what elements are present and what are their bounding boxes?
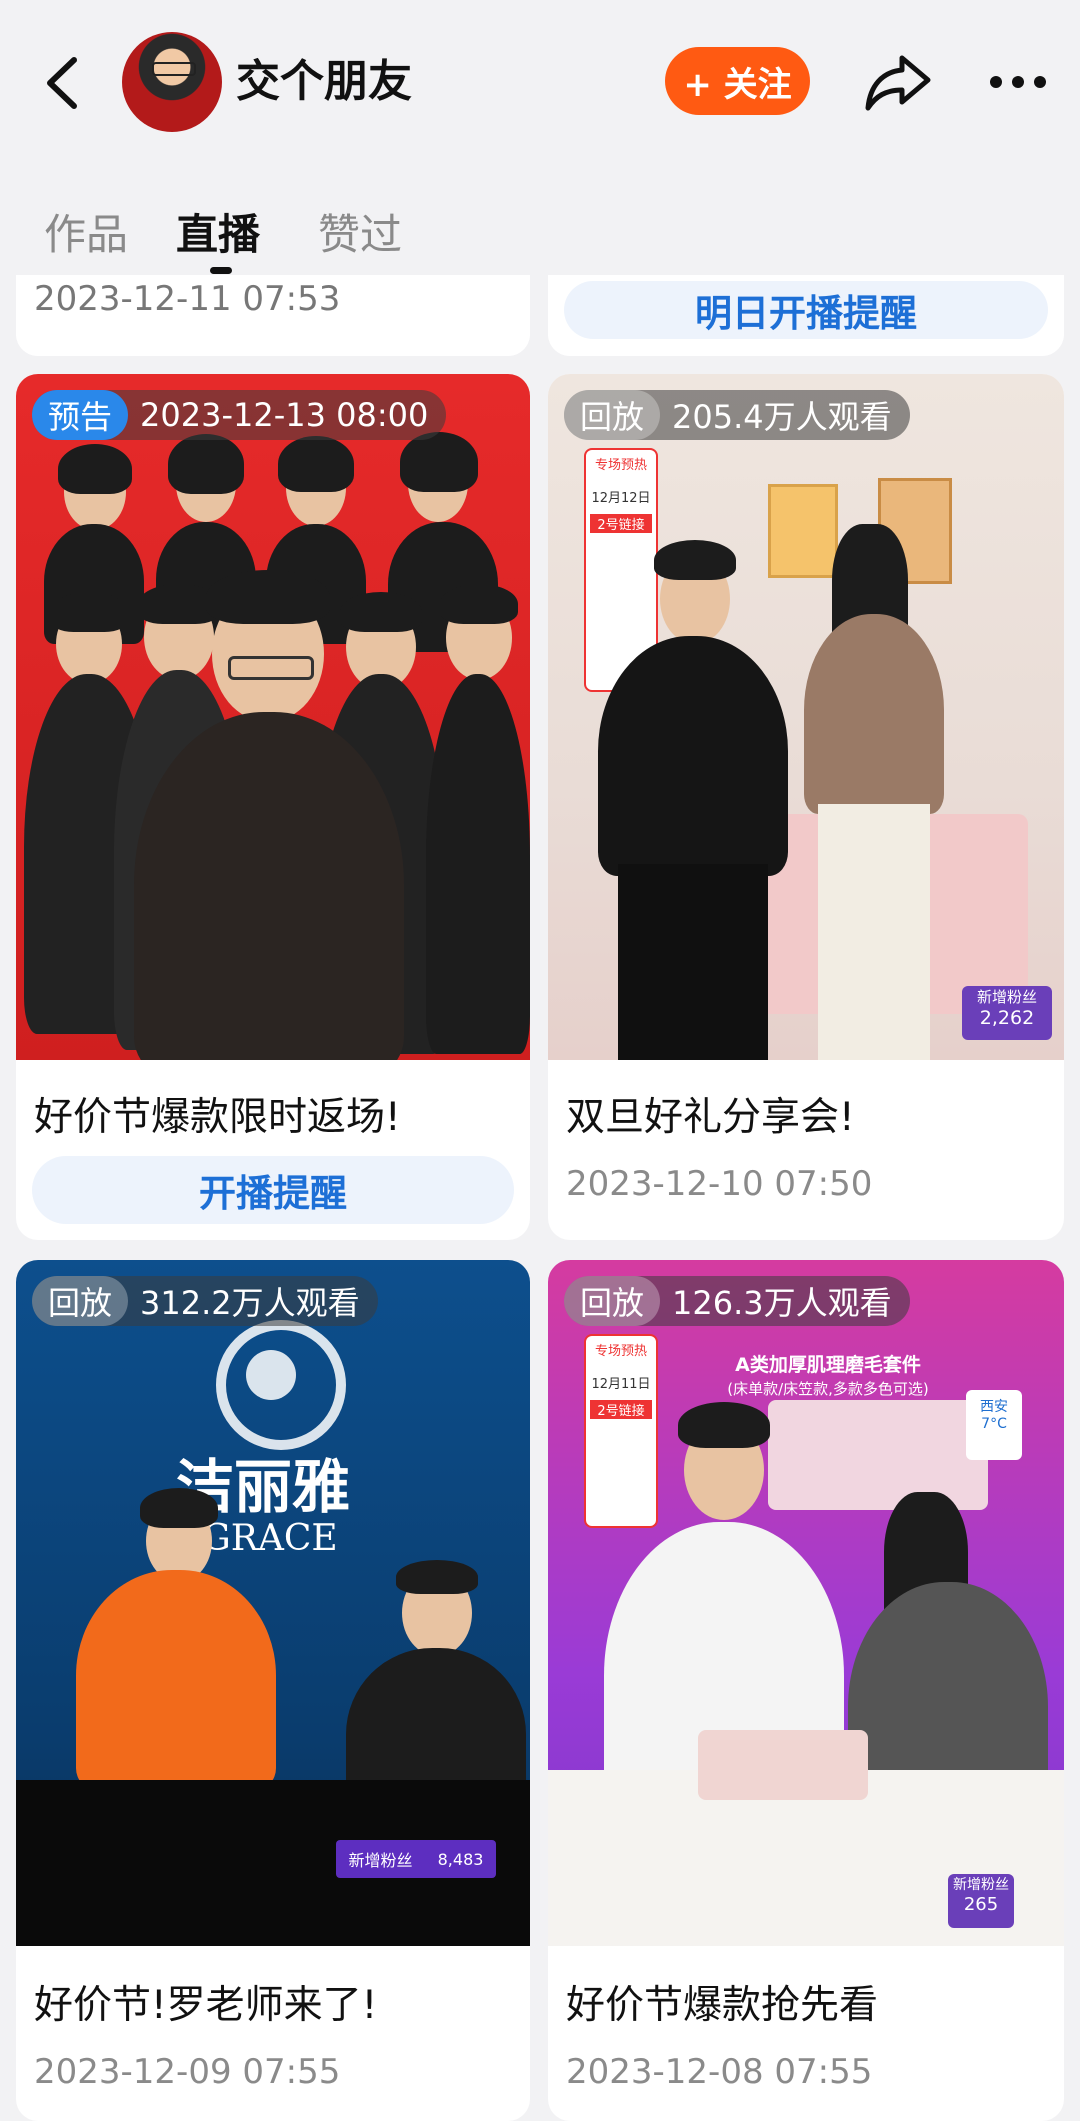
fans-counter: 新增粉丝 265 xyxy=(948,1874,1014,1928)
card-thumbnail[interactable]: A类加厚肌理磨毛套件 (床单款/床笠款,多款多色可选) 专场预热 12月11日 … xyxy=(548,1260,1064,1946)
card-title[interactable]: 双旦好礼分享会! xyxy=(566,1086,855,1142)
badge-group: 回放 205.4万人观看 xyxy=(564,390,910,440)
card-title[interactable]: 好价节爆款抢先看 xyxy=(566,1974,878,2030)
card-thumbnail[interactable]: 专场预热 12月12日 2号链接 新增粉丝 2,262 回放 205.4万人观看 xyxy=(548,374,1064,1060)
product-sub-banner: (床单款/床笠款,多款多色可选) xyxy=(727,1380,929,1398)
weather-widget: 西安 7°C xyxy=(966,1390,1022,1460)
preview-badge: 预告 xyxy=(32,390,129,440)
avatar[interactable] xyxy=(122,32,222,132)
card-thumbnail[interactable]: 洁丽雅 GRACE 新增粉丝 8,483 回放 312.2万人观看 xyxy=(16,1260,530,1946)
live-card-preview[interactable]: 预告 2023-12-13 08:00 好价节爆款限时返场! 开播提醒 xyxy=(16,374,530,1240)
live-card-replay[interactable]: A类加厚肌理磨毛套件 (床单款/床笠款,多款多色可选) 专场预热 12月11日 … xyxy=(548,1260,1064,2121)
replay-badge: 回放 xyxy=(564,390,661,440)
tab-works[interactable]: 作品 xyxy=(44,200,128,270)
replay-badge: 回放 xyxy=(32,1276,129,1326)
card-date: 2023-12-10 07:50 xyxy=(566,1164,873,1204)
live-card-replay[interactable]: 专场预热 12月12日 2号链接 新增粉丝 2,262 回放 205.4万人观看… xyxy=(548,374,1064,1240)
live-card-replay[interactable]: 洁丽雅 GRACE 新增粉丝 8,483 回放 312.2万人观看 好价节!罗老师… xyxy=(16,1260,530,2121)
brand-en: GRACE xyxy=(202,1518,338,1559)
badge-group: 回放 126.3万人观看 xyxy=(564,1276,910,1326)
view-count: 205.4万人观看 xyxy=(672,398,892,436)
live-remind-button[interactable]: 开播提醒 xyxy=(32,1156,514,1224)
card-partial-right-strip[interactable]: 明日开播提醒 xyxy=(548,275,1064,356)
fans-counter: 新增粉丝 8,483 xyxy=(336,1840,496,1878)
more-icon[interactable] xyxy=(990,66,1054,98)
follow-button[interactable]: + 关注 xyxy=(665,47,810,115)
tomorrow-remind-button[interactable]: 明日开播提醒 xyxy=(564,281,1048,339)
card-title[interactable]: 好价节爆款限时返场! xyxy=(34,1086,401,1142)
fans-counter: 新增粉丝 2,262 xyxy=(962,986,1052,1040)
view-count: 312.2万人观看 xyxy=(140,1284,360,1322)
replay-badge: 回放 xyxy=(564,1276,661,1326)
profile-header: 交个朋友 + 关注 作品 直播 赞过 xyxy=(0,0,1080,274)
card-date: 2023-12-11 07:53 xyxy=(34,279,341,319)
product-banner: A类加厚肌理磨毛套件 xyxy=(735,1354,921,1376)
username[interactable]: 交个朋友 xyxy=(236,52,412,112)
tab-bar-front: 作品 直播 赞过 xyxy=(0,200,1080,280)
tab-liked[interactable]: 赞过 xyxy=(318,200,402,270)
card-partial-left-strip[interactable]: 2023-12-11 07:53 xyxy=(16,275,530,356)
scheduled-time: 2023-12-13 08:00 xyxy=(140,396,429,434)
tab-underline xyxy=(210,267,232,274)
view-count: 126.3万人观看 xyxy=(672,1284,892,1322)
card-date: 2023-12-08 07:55 xyxy=(566,2052,873,2092)
share-icon[interactable] xyxy=(862,50,934,114)
back-icon[interactable] xyxy=(34,48,94,118)
badge-group: 回放 312.2万人观看 xyxy=(32,1276,378,1326)
card-date: 2023-12-09 07:55 xyxy=(34,2052,341,2092)
promo-sticker: 专场预热 12月11日 2号链接 xyxy=(584,1334,658,1528)
tab-live[interactable]: 直播 xyxy=(176,200,260,270)
card-thumbnail[interactable]: 预告 2023-12-13 08:00 xyxy=(16,374,530,1060)
badge-group: 预告 2023-12-13 08:00 xyxy=(32,390,447,440)
card-title[interactable]: 好价节!罗老师来了! xyxy=(34,1974,377,2030)
